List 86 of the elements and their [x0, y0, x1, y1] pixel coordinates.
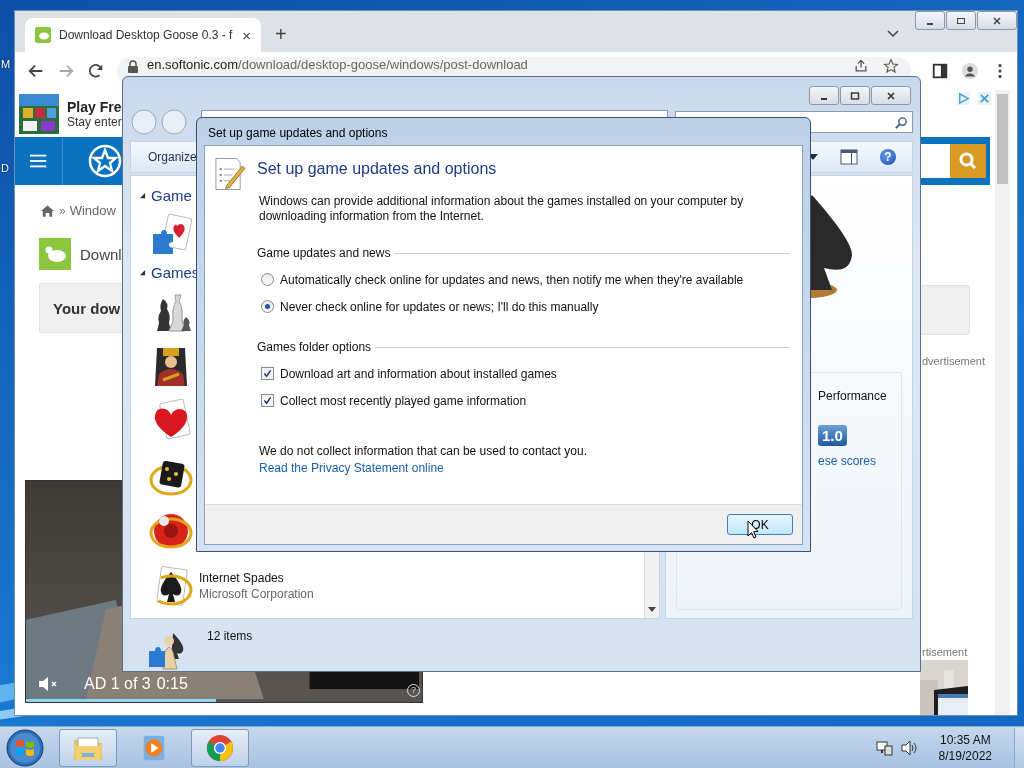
notepad-icon [213, 156, 246, 192]
download-notice: Your dow [53, 299, 121, 317]
speaker-icon[interactable] [900, 739, 919, 756]
lock-icon [127, 60, 139, 74]
restore-button[interactable] [946, 11, 976, 30]
option-label[interactable]: Never check online for updates or news; I'll do this manually [280, 299, 599, 314]
share-icon[interactable] [853, 58, 869, 74]
scroll-down-icon[interactable] [648, 607, 656, 612]
radio-button[interactable] [261, 273, 274, 286]
browser-button[interactable] [191, 728, 249, 767]
desktop-icon-label[interactable]: D [1, 162, 9, 174]
preview-pane-icon[interactable] [840, 149, 858, 165]
advertisement-label: rtisement [922, 646, 968, 658]
search-icon[interactable] [895, 115, 908, 129]
dialog-heading: Set up game updates and options [257, 160, 497, 178]
game-name[interactable]: Internet Spades [199, 570, 314, 585]
app-title: Downl [80, 245, 122, 263]
reload-icon[interactable] [87, 62, 105, 80]
search-field[interactable] [921, 144, 950, 178]
folder-button[interactable] [59, 728, 117, 767]
advertisement-label: dvertisement [922, 355, 985, 367]
checkbox[interactable] [261, 394, 274, 407]
clock-time[interactable]: 10:35 AM [939, 731, 991, 748]
score-badge: 1.0 [818, 425, 847, 446]
sidebar-icon[interactable] [931, 62, 949, 80]
browser-tab[interactable]: Download Desktop Goose 0.3 - f × [25, 18, 261, 52]
ad-title[interactable]: Play Fre [67, 98, 122, 115]
group-header[interactable]: Game [151, 186, 192, 204]
ad-counter: AD 1 of 3 [84, 675, 151, 693]
profile-icon[interactable] [961, 62, 979, 80]
network-icon[interactable] [874, 739, 893, 756]
browser-icon [205, 732, 235, 763]
expander-icon[interactable] [139, 191, 146, 199]
ad-subtitle: Stay enter [67, 114, 122, 129]
section-title: Games folder options [257, 340, 372, 354]
star-logo[interactable] [87, 143, 123, 179]
tab-close-button[interactable]: × [242, 26, 251, 44]
breadcrumb-separator: » [59, 203, 66, 218]
option-label[interactable]: Automatically check online for updates and news, then notify me when they're available [280, 272, 744, 287]
help-button[interactable]: ? [880, 149, 896, 165]
star-icon[interactable] [883, 58, 899, 74]
minimize-button[interactable] [809, 86, 839, 105]
option-label[interactable]: Collect most recently played game information [280, 393, 527, 408]
search-icon [958, 151, 978, 171]
new-tab-button[interactable]: + [275, 23, 287, 46]
close-button[interactable] [871, 86, 911, 105]
close-icon[interactable] [978, 92, 991, 105]
breadcrumb-link[interactable]: Window [69, 203, 116, 218]
section-title: Game updates and news [257, 246, 391, 260]
expander-icon[interactable] [139, 268, 146, 276]
option-label[interactable]: Download art and information about installed games [280, 366, 557, 381]
checkbox[interactable] [261, 367, 274, 380]
scores-link[interactable]: ese scores [818, 454, 877, 468]
maximize-button[interactable] [840, 86, 870, 105]
menu-icon[interactable] [30, 153, 48, 169]
tab-title: Download Desktop Goose 0.3 - f [59, 28, 234, 42]
ad-placeholder [920, 285, 970, 335]
restore-icon [956, 15, 966, 26]
close-icon [992, 15, 1002, 26]
chevron-down-icon[interactable] [887, 30, 899, 38]
item-count: 12 items [207, 629, 253, 643]
game-publisher: Microsoft Corporation [199, 586, 314, 601]
home-icon[interactable] [40, 203, 55, 218]
privacy-link[interactable]: Read the Privacy Statement online [259, 461, 444, 475]
ad-time: 0:15 [156, 675, 188, 693]
scrollbar[interactable] [995, 90, 1010, 715]
dialog-title: Set up game updates and options [208, 126, 388, 140]
minimize-icon [927, 22, 933, 25]
ok-button[interactable]: OK [727, 514, 793, 535]
favicon-icon [35, 27, 51, 43]
url-text: en.softonic.com/download/desktop-goose/windows/post-download [147, 58, 528, 72]
bird-logo [39, 238, 71, 270]
dialog-description: Windows can provide additional information about the games installed on your computer by downloading information from the Internet. [259, 194, 745, 224]
clock-date[interactable]: 8/19/2022 [938, 747, 992, 764]
organize-button[interactable]: Organize [148, 150, 197, 164]
back-icon[interactable] [27, 62, 45, 80]
rating-label: Performance [818, 389, 887, 403]
radio-button[interactable] [261, 300, 274, 313]
minimize-icon [821, 97, 827, 100]
maximize-icon [850, 90, 860, 101]
privacy-note: We do not collect information that can be used to contact you. [259, 444, 588, 458]
start-button[interactable] [5, 727, 45, 768]
minimize-button[interactable] [915, 11, 945, 30]
desktop-icon-label[interactable]: M [1, 58, 11, 70]
adchoices-icon[interactable] [957, 92, 970, 105]
close-icon [886, 90, 896, 101]
